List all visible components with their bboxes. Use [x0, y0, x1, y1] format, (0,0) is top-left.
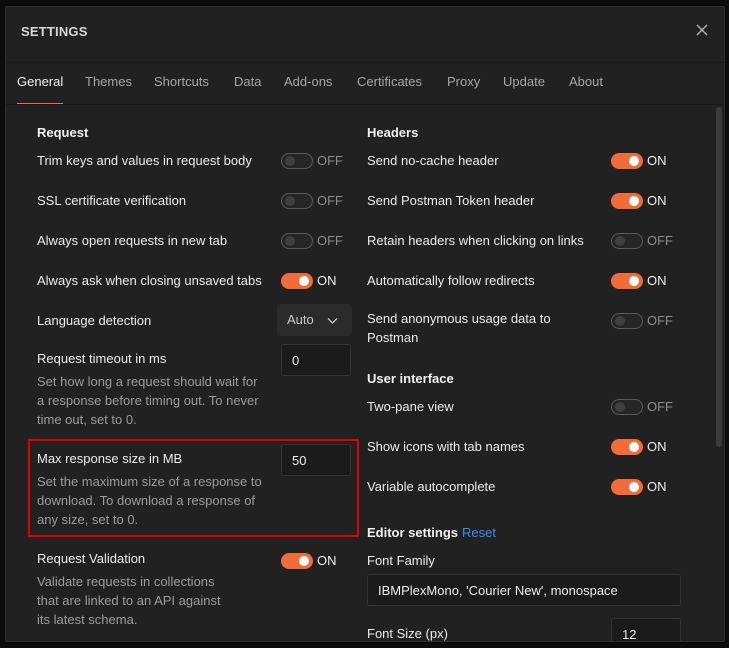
tab-about[interactable]: About: [569, 63, 603, 105]
autocomplete-toggle[interactable]: ON: [611, 478, 681, 496]
anonymous-usage-label: Send anonymous usage data to Postman: [367, 311, 551, 345]
tab-icons-label: Show icons with tab names: [367, 439, 525, 454]
autocomplete-label: Variable autocomplete: [367, 479, 496, 494]
trim-keys-toggle[interactable]: OFF: [281, 152, 351, 170]
user-interface-section-title: User interface: [367, 371, 454, 386]
open-new-tab-label: Always open requests in new tab: [37, 233, 228, 248]
follow-redirects-toggle[interactable]: ON: [611, 272, 681, 290]
language-detection-label: Language detection: [37, 313, 152, 328]
tab-add-ons[interactable]: Add-ons: [284, 63, 332, 105]
max-response-description: Set the maximum size of a response to do…: [37, 474, 262, 527]
tab-themes[interactable]: Themes: [85, 63, 132, 105]
editor-settings-title: Editor settings: [367, 525, 459, 540]
reset-link[interactable]: Reset: [462, 525, 496, 540]
two-pane-toggle[interactable]: OFF: [611, 398, 681, 416]
request-validation-toggle[interactable]: ON: [281, 552, 351, 570]
settings-modal: SETTINGS General Themes Shortcuts Data A…: [5, 6, 725, 642]
request-validation-description: Validate requests in collections that ar…: [37, 574, 221, 627]
trim-keys-label: Trim keys and values in request body: [37, 153, 252, 168]
no-cache-toggle[interactable]: ON: [611, 152, 681, 170]
request-validation-label: Request Validation: [37, 551, 146, 566]
font-size-input[interactable]: 12: [611, 618, 681, 641]
language-detection-select[interactable]: Auto: [277, 304, 352, 336]
tab-proxy[interactable]: Proxy: [447, 63, 480, 105]
request-timeout-description: Set how long a request should wait for a…: [37, 374, 259, 427]
postman-token-label: Send Postman Token header: [367, 193, 535, 208]
font-size-label: Font Size (px): [367, 626, 448, 641]
tab-shortcuts[interactable]: Shortcuts: [154, 63, 209, 105]
retain-headers-toggle[interactable]: OFF: [611, 232, 681, 250]
open-new-tab-toggle[interactable]: OFF: [281, 232, 351, 250]
tab-certificates[interactable]: Certificates: [357, 63, 422, 105]
tab-update[interactable]: Update: [503, 63, 545, 105]
ssl-verification-toggle[interactable]: OFF: [281, 192, 351, 210]
request-timeout-input[interactable]: 0: [281, 344, 351, 376]
two-pane-label: Two-pane view: [367, 399, 454, 414]
request-timeout-label: Request timeout in ms: [37, 351, 167, 366]
ask-closing-label: Always ask when closing unsaved tabs: [37, 273, 262, 288]
tab-data[interactable]: Data: [234, 63, 261, 105]
close-icon[interactable]: [694, 22, 710, 38]
ssl-verification-label: SSL certificate verification: [37, 193, 187, 208]
follow-redirects-label: Automatically follow redirects: [367, 273, 535, 288]
no-cache-label: Send no-cache header: [367, 153, 499, 168]
chevron-down-icon: [327, 318, 338, 324]
max-response-label: Max response size in MB: [37, 451, 183, 466]
tab-icons-toggle[interactable]: ON: [611, 438, 681, 456]
modal-title: SETTINGS: [21, 24, 88, 39]
font-family-input[interactable]: IBMPlexMono, 'Courier New', monospace: [367, 574, 681, 606]
request-section-title: Request: [37, 125, 89, 140]
max-response-input[interactable]: 50: [281, 444, 351, 476]
font-family-label: Font Family: [367, 553, 435, 568]
scrollbar-thumb[interactable]: [716, 107, 722, 447]
postman-token-toggle[interactable]: ON: [611, 192, 681, 210]
tab-general[interactable]: General: [17, 63, 64, 105]
anonymous-usage-toggle[interactable]: OFF: [611, 312, 681, 330]
settings-tabs: General Themes Shortcuts Data Add-ons Ce…: [6, 62, 724, 105]
retain-headers-label: Retain headers when clicking on links: [367, 233, 584, 248]
language-detection-value: Auto: [287, 312, 314, 327]
ask-closing-toggle[interactable]: ON: [281, 272, 351, 290]
headers-section-title: Headers: [367, 125, 419, 140]
